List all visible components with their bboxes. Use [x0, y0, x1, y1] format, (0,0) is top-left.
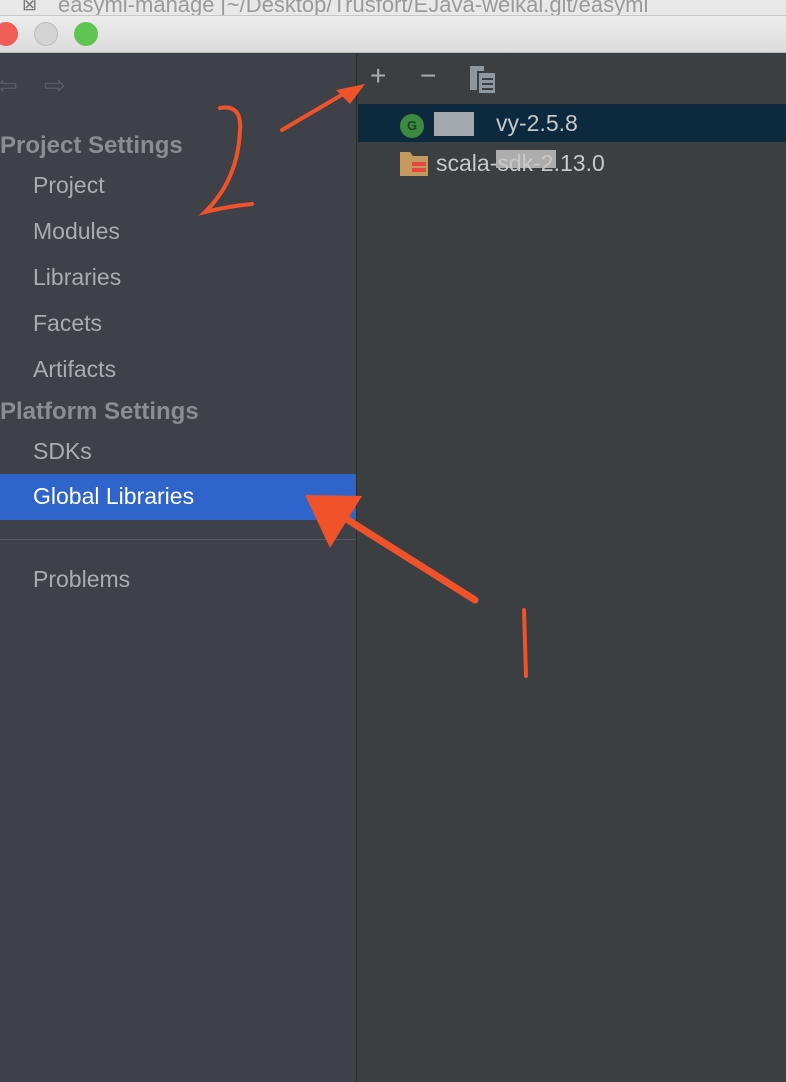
tab-title[interactable]: easyml-manage [~/Desktop/Trusfort/EJava-… — [58, 0, 648, 15]
minimize-window-button[interactable] — [34, 22, 58, 46]
scala-folder-icon — [400, 152, 428, 176]
sidebar-item-sdks[interactable]: SDKs — [33, 438, 92, 465]
libraries-panel: + − G vy-2.5.8 scala-sdk-2.13.0 — [358, 54, 786, 1082]
close-window-button[interactable] — [0, 22, 18, 46]
copy-icon[interactable] — [470, 66, 498, 96]
redaction — [434, 112, 474, 136]
title-bar — [0, 16, 786, 53]
add-icon[interactable]: + — [370, 60, 386, 92]
editor-tab-bar: ⊠ easyml-manage [~/Desktop/Trusfort/EJav… — [0, 0, 786, 16]
maximize-window-button[interactable] — [74, 22, 98, 46]
section-project-settings: Project Settings — [0, 132, 183, 159]
section-platform-settings: Platform Settings — [0, 398, 199, 425]
remove-icon[interactable]: − — [420, 60, 436, 92]
sidebar-item-global-libraries[interactable]: Global Libraries — [0, 474, 356, 520]
sidebar-item-project[interactable]: Project — [33, 172, 105, 199]
sidebar-item-modules[interactable]: Modules — [33, 218, 120, 245]
close-tab-icon[interactable]: ⊠ — [22, 0, 37, 15]
sidebar-item-artifacts[interactable]: Artifacts — [33, 356, 116, 383]
back-arrow-icon[interactable]: ⇦ — [0, 70, 18, 101]
forward-arrow-icon[interactable]: ⇨ — [44, 70, 66, 101]
sidebar-item-libraries[interactable]: Libraries — [33, 264, 121, 291]
library-name[interactable]: vy-2.5.8 — [496, 110, 578, 137]
sidebar-item-facets[interactable]: Facets — [33, 310, 102, 337]
sidebar-item-label: Global Libraries — [33, 483, 195, 509]
sidebar-item-problems[interactable]: Problems — [33, 566, 130, 593]
redaction — [496, 150, 556, 168]
divider — [0, 539, 356, 540]
groovy-icon: G — [400, 114, 424, 138]
